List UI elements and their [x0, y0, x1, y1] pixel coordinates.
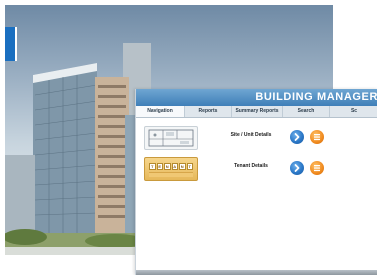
site-unit-row: Site / Unit Details: [136, 124, 377, 154]
tab-bar: Navigation Reports Summary Reports Searc…: [136, 106, 377, 118]
sign-letter: N: [164, 163, 171, 170]
chevron-right-icon: [294, 164, 300, 172]
sign-letter: N: [179, 163, 186, 170]
app-title: BUILDING MANAGER: [255, 91, 377, 103]
sign-letter: A: [171, 163, 178, 170]
tab-truncated[interactable]: Sc: [330, 106, 377, 117]
floor-plan-thumbnail: [144, 126, 198, 150]
building-manager-window: BUILDING MANAGER Navigation Reports Summ…: [135, 89, 377, 275]
title-bar: BUILDING MANAGER: [136, 89, 377, 106]
tab-summary-reports[interactable]: Summary Reports: [232, 106, 283, 117]
sign-letter: T: [186, 163, 193, 170]
tenant-list-button[interactable]: [310, 161, 324, 175]
tab-navigation[interactable]: Navigation: [136, 106, 185, 117]
tenant-row: T E N A N T Tenant Details: [136, 155, 377, 185]
list-icon: [314, 134, 320, 141]
tab-search[interactable]: Search: [283, 106, 330, 117]
chevron-right-icon: [294, 133, 300, 141]
floor-plan-icon: [148, 129, 194, 147]
sign-letter: E: [156, 163, 163, 170]
list-icon: [314, 165, 320, 172]
tenant-go-button[interactable]: [290, 161, 304, 175]
tenant-sign-letters: T E N A N T: [149, 163, 193, 170]
site-unit-list-button[interactable]: [310, 130, 324, 144]
site-unit-go-button[interactable]: [290, 130, 304, 144]
tenant-details-label: Tenant Details: [234, 163, 268, 169]
tab-reports[interactable]: Reports: [185, 106, 232, 117]
tenant-sign-thumbnail: T E N A N T: [144, 157, 198, 181]
site-unit-details-label: Site / Unit Details: [230, 132, 272, 138]
sign-letter: T: [149, 163, 156, 170]
window-footer: [136, 270, 377, 275]
sign-base: [149, 172, 193, 177]
logo-badge: [5, 27, 17, 61]
